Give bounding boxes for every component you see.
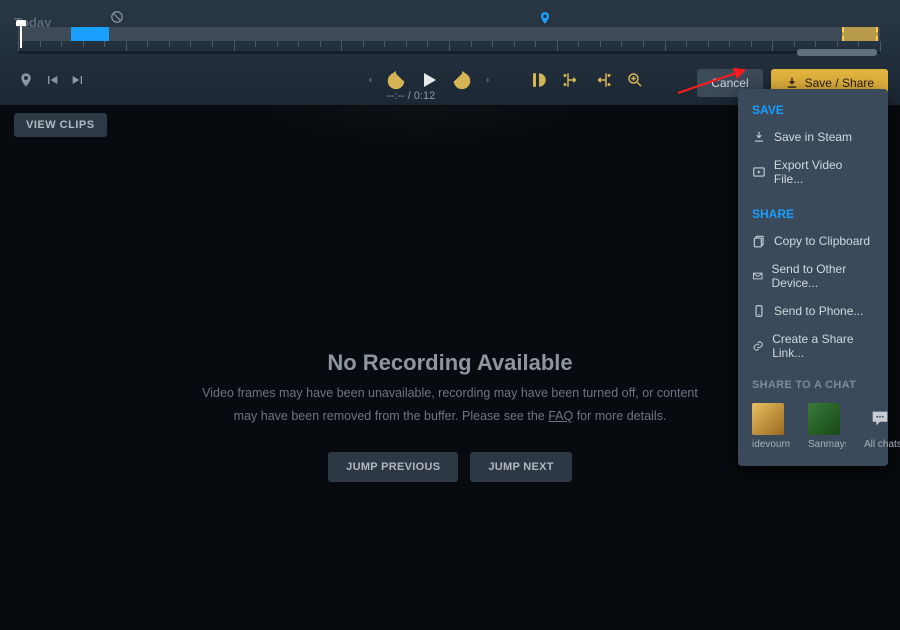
playback-time: --:-- / 0:12 xyxy=(387,90,435,102)
send-device-item[interactable]: Send to Other Device... xyxy=(738,255,888,297)
download-icon xyxy=(752,130,766,144)
jump-previous-button[interactable]: JUMP PREVIOUS xyxy=(328,452,458,482)
step-back-icon[interactable] xyxy=(365,73,375,92)
link-icon xyxy=(752,339,764,353)
zoom-in-icon[interactable] xyxy=(626,71,644,94)
download-icon xyxy=(785,76,799,90)
prev-clip-icon[interactable] xyxy=(44,72,60,93)
map-pin-icon[interactable] xyxy=(18,72,34,93)
envelope-icon xyxy=(752,269,764,283)
clipboard-icon xyxy=(752,234,766,248)
dropdown-save-header: SAVE xyxy=(738,99,888,123)
svg-text:10: 10 xyxy=(458,79,466,86)
phone-icon xyxy=(752,304,766,318)
dropdown-share-header: SHARE xyxy=(738,203,888,227)
export-video-item[interactable]: Export Video File... xyxy=(738,151,888,193)
timeline-track[interactable] xyxy=(18,27,880,41)
avatar xyxy=(752,403,784,435)
chat-name: idevourm xyxy=(752,439,790,450)
split-start-icon[interactable] xyxy=(562,71,580,94)
timeline-scrubber-track[interactable] xyxy=(18,51,880,54)
chat-target[interactable]: Sanmays xyxy=(808,403,846,450)
copy-clipboard-label: Copy to Clipboard xyxy=(774,234,870,248)
jump-next-button[interactable]: JUMP NEXT xyxy=(470,452,571,482)
timeline-scrubber-handle[interactable] xyxy=(797,49,877,56)
chat-target[interactable]: idevourm xyxy=(752,403,790,450)
trim-start-icon[interactable] xyxy=(530,71,548,94)
faq-link[interactable]: FAQ xyxy=(548,409,573,423)
share-link-item[interactable]: Create a Share Link... xyxy=(738,325,888,367)
svg-text:10: 10 xyxy=(392,79,400,86)
split-end-icon[interactable] xyxy=(594,71,612,94)
send-phone-label: Send to Phone... xyxy=(774,304,863,318)
send-phone-item[interactable]: Send to Phone... xyxy=(738,297,888,325)
save-share-dropdown: SAVE Save in Steam Export Video File... … xyxy=(738,89,888,466)
step-forward-icon[interactable] xyxy=(483,73,493,92)
export-video-label: Export Video File... xyxy=(774,158,874,186)
chat-name: Sanmays xyxy=(808,439,846,450)
chat-target-all[interactable]: All chats xyxy=(864,403,900,450)
timeline-ticks xyxy=(18,41,880,47)
bg-vignette xyxy=(250,105,590,145)
copy-clipboard-item[interactable]: Copy to Clipboard xyxy=(738,227,888,255)
empty-line2-a: may have been removed from the buffer. P… xyxy=(234,409,549,423)
empty-line2-b: for more details. xyxy=(573,409,666,423)
send-device-label: Send to Other Device... xyxy=(772,262,875,290)
share-chat-header: SHARE TO A CHAT xyxy=(738,367,888,399)
chat-name: All chats xyxy=(864,439,900,450)
save-in-steam-label: Save in Steam xyxy=(774,130,852,144)
view-clips-button[interactable]: VIEW CLIPS xyxy=(14,113,107,137)
save-in-steam-item[interactable]: Save in Steam xyxy=(738,123,888,151)
timeline-segment-recorded[interactable] xyxy=(71,27,109,41)
next-clip-icon[interactable] xyxy=(70,72,86,93)
chat-all-icon xyxy=(864,403,896,435)
save-share-label: Save / Share xyxy=(805,76,874,90)
forward-10-icon[interactable]: 10 xyxy=(451,69,473,96)
avatar xyxy=(808,403,840,435)
timeline-segment-selected[interactable] xyxy=(842,27,878,41)
share-link-label: Create a Share Link... xyxy=(772,332,874,360)
film-icon xyxy=(752,165,766,179)
